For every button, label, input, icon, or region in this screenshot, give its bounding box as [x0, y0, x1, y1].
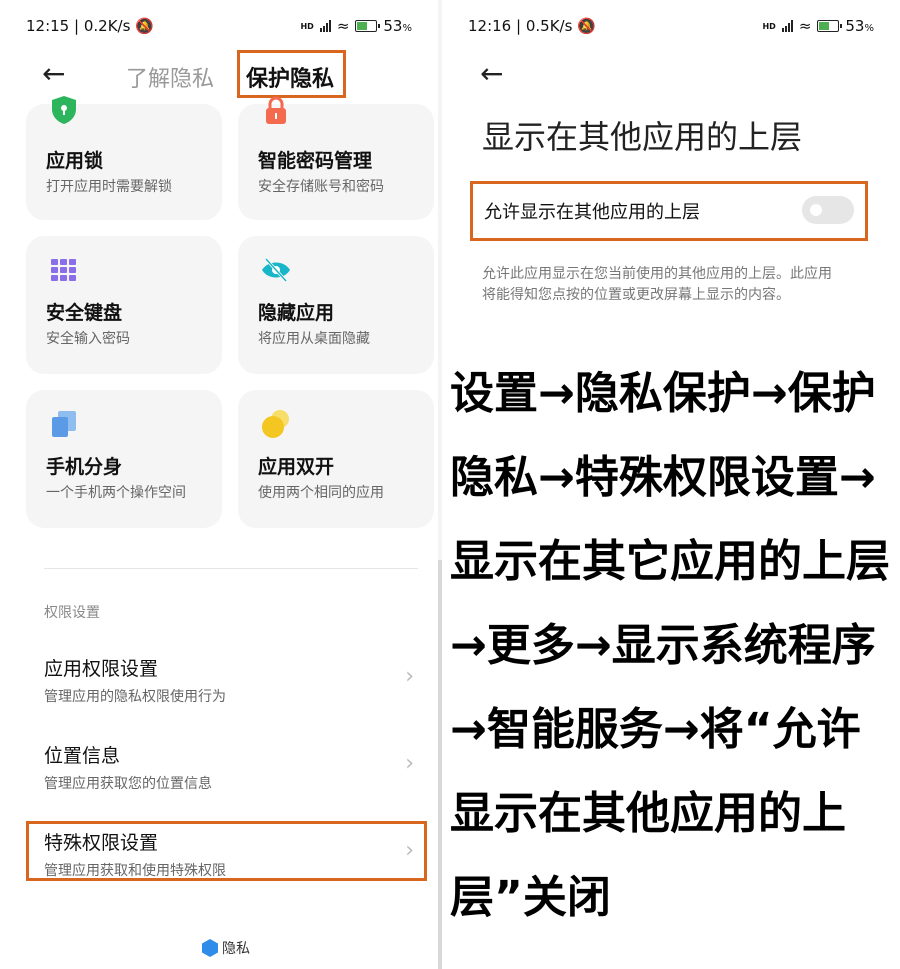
dual-circle-icon	[262, 410, 289, 438]
back-arrow-icon[interactable]: ←	[42, 60, 65, 88]
battery-icon	[355, 20, 381, 32]
status-time: 12:15	[26, 17, 70, 35]
wifi-icon: ≈	[798, 17, 812, 35]
padlock-icon	[266, 96, 286, 124]
card-subtitle: 打开应用时需要解锁	[46, 179, 172, 195]
network-speed: 0.5K/s	[525, 17, 573, 35]
battery-percent: 53%	[383, 17, 412, 35]
signal-icon	[319, 20, 331, 32]
card-hide-apps[interactable]: 隐藏应用 将应用从桌面隐藏	[238, 236, 434, 374]
signal-icon	[781, 20, 793, 32]
page-title: 显示在其他应用的上层	[482, 118, 803, 156]
status-bar: 12:15 | 0.2K/s 🔕 HD ≈ 53%	[26, 17, 412, 35]
section-divider	[44, 568, 418, 569]
hd-label: HD	[300, 21, 314, 31]
card-subtitle: 一个手机两个操作空间	[46, 485, 186, 501]
privacy-brand: 隐私	[202, 938, 250, 958]
card-secure-keyboard[interactable]: 安全键盘 安全输入密码	[26, 236, 222, 374]
highlight-box-toggle	[470, 181, 868, 241]
card-app-lock[interactable]: 应用锁 打开应用时需要解锁	[26, 96, 222, 220]
eye-off-icon	[262, 257, 290, 283]
highlight-box-tab	[237, 50, 346, 98]
chevron-right-icon: ›	[405, 664, 414, 689]
status-bar: 12:16 | 0.5K/s 🔕 HD ≈ 53%	[468, 17, 874, 35]
battery-icon	[817, 20, 843, 32]
card-title: 隐藏应用	[258, 302, 335, 324]
card-subtitle: 使用两个相同的应用	[258, 485, 384, 501]
instruction-text: 设置→隐私保护→保护隐私→特殊权限设置→显示在其它应用的上层→更多→显示系统程序…	[450, 368, 890, 923]
clone-icon	[52, 411, 76, 437]
row-title: 应用权限设置	[44, 658, 159, 680]
card-title: 应用双开	[258, 456, 335, 478]
card-title: 安全键盘	[46, 302, 123, 324]
privacy-logo-icon	[202, 939, 218, 957]
card-password-manager[interactable]: 智能密码管理 安全存储账号和密码	[238, 96, 434, 220]
chevron-right-icon: ›	[405, 751, 414, 776]
highlight-box-special-permissions	[26, 821, 427, 881]
keyboard-grid-icon	[51, 259, 76, 281]
network-speed: 0.2K/s	[83, 17, 131, 35]
left-screen: 12:15 | 0.2K/s 🔕 HD ≈ 53% ← 了解隐私 保护隐私 应用…	[0, 0, 438, 969]
card-second-space[interactable]: 手机分身 一个手机两个操作空间	[26, 390, 222, 528]
row-subtitle: 管理应用的隐私权限使用行为	[44, 689, 226, 705]
card-subtitle: 安全输入密码	[46, 331, 130, 347]
toggle-description: 允许此应用显示在您当前使用的其他应用的上层。此应用将能得知您点按的位置或更改屏幕…	[482, 266, 832, 303]
hd-label: HD	[762, 21, 776, 31]
card-dual-apps[interactable]: 应用双开 使用两个相同的应用	[238, 390, 434, 528]
card-subtitle: 安全存储账号和密码	[258, 179, 384, 195]
row-location-info[interactable]: 位置信息 管理应用获取您的位置信息 ›	[26, 731, 426, 811]
card-title: 应用锁	[46, 150, 104, 172]
tab-learn-privacy[interactable]: 了解隐私	[126, 61, 214, 93]
mute-icon: 🔕	[135, 17, 154, 35]
row-title: 位置信息	[44, 745, 121, 767]
status-time: 12:16	[468, 17, 512, 35]
row-subtitle: 管理应用获取您的位置信息	[44, 776, 212, 792]
right-screen: 12:16 | 0.5K/s 🔕 HD ≈ 53% ← 显示在其他应用的上层 允…	[442, 0, 900, 969]
card-title: 手机分身	[46, 456, 123, 478]
wifi-icon: ≈	[336, 17, 350, 35]
back-arrow-icon[interactable]: ←	[480, 60, 503, 88]
mute-icon: 🔕	[577, 17, 596, 35]
shield-lock-icon	[52, 96, 76, 124]
section-label: 权限设置	[44, 605, 100, 621]
battery-percent: 53%	[845, 17, 874, 35]
card-subtitle: 将应用从桌面隐藏	[258, 331, 370, 347]
row-app-permissions[interactable]: 应用权限设置 管理应用的隐私权限使用行为 ›	[26, 644, 426, 724]
card-title: 智能密码管理	[258, 150, 373, 172]
brand-label: 隐私	[222, 941, 250, 957]
